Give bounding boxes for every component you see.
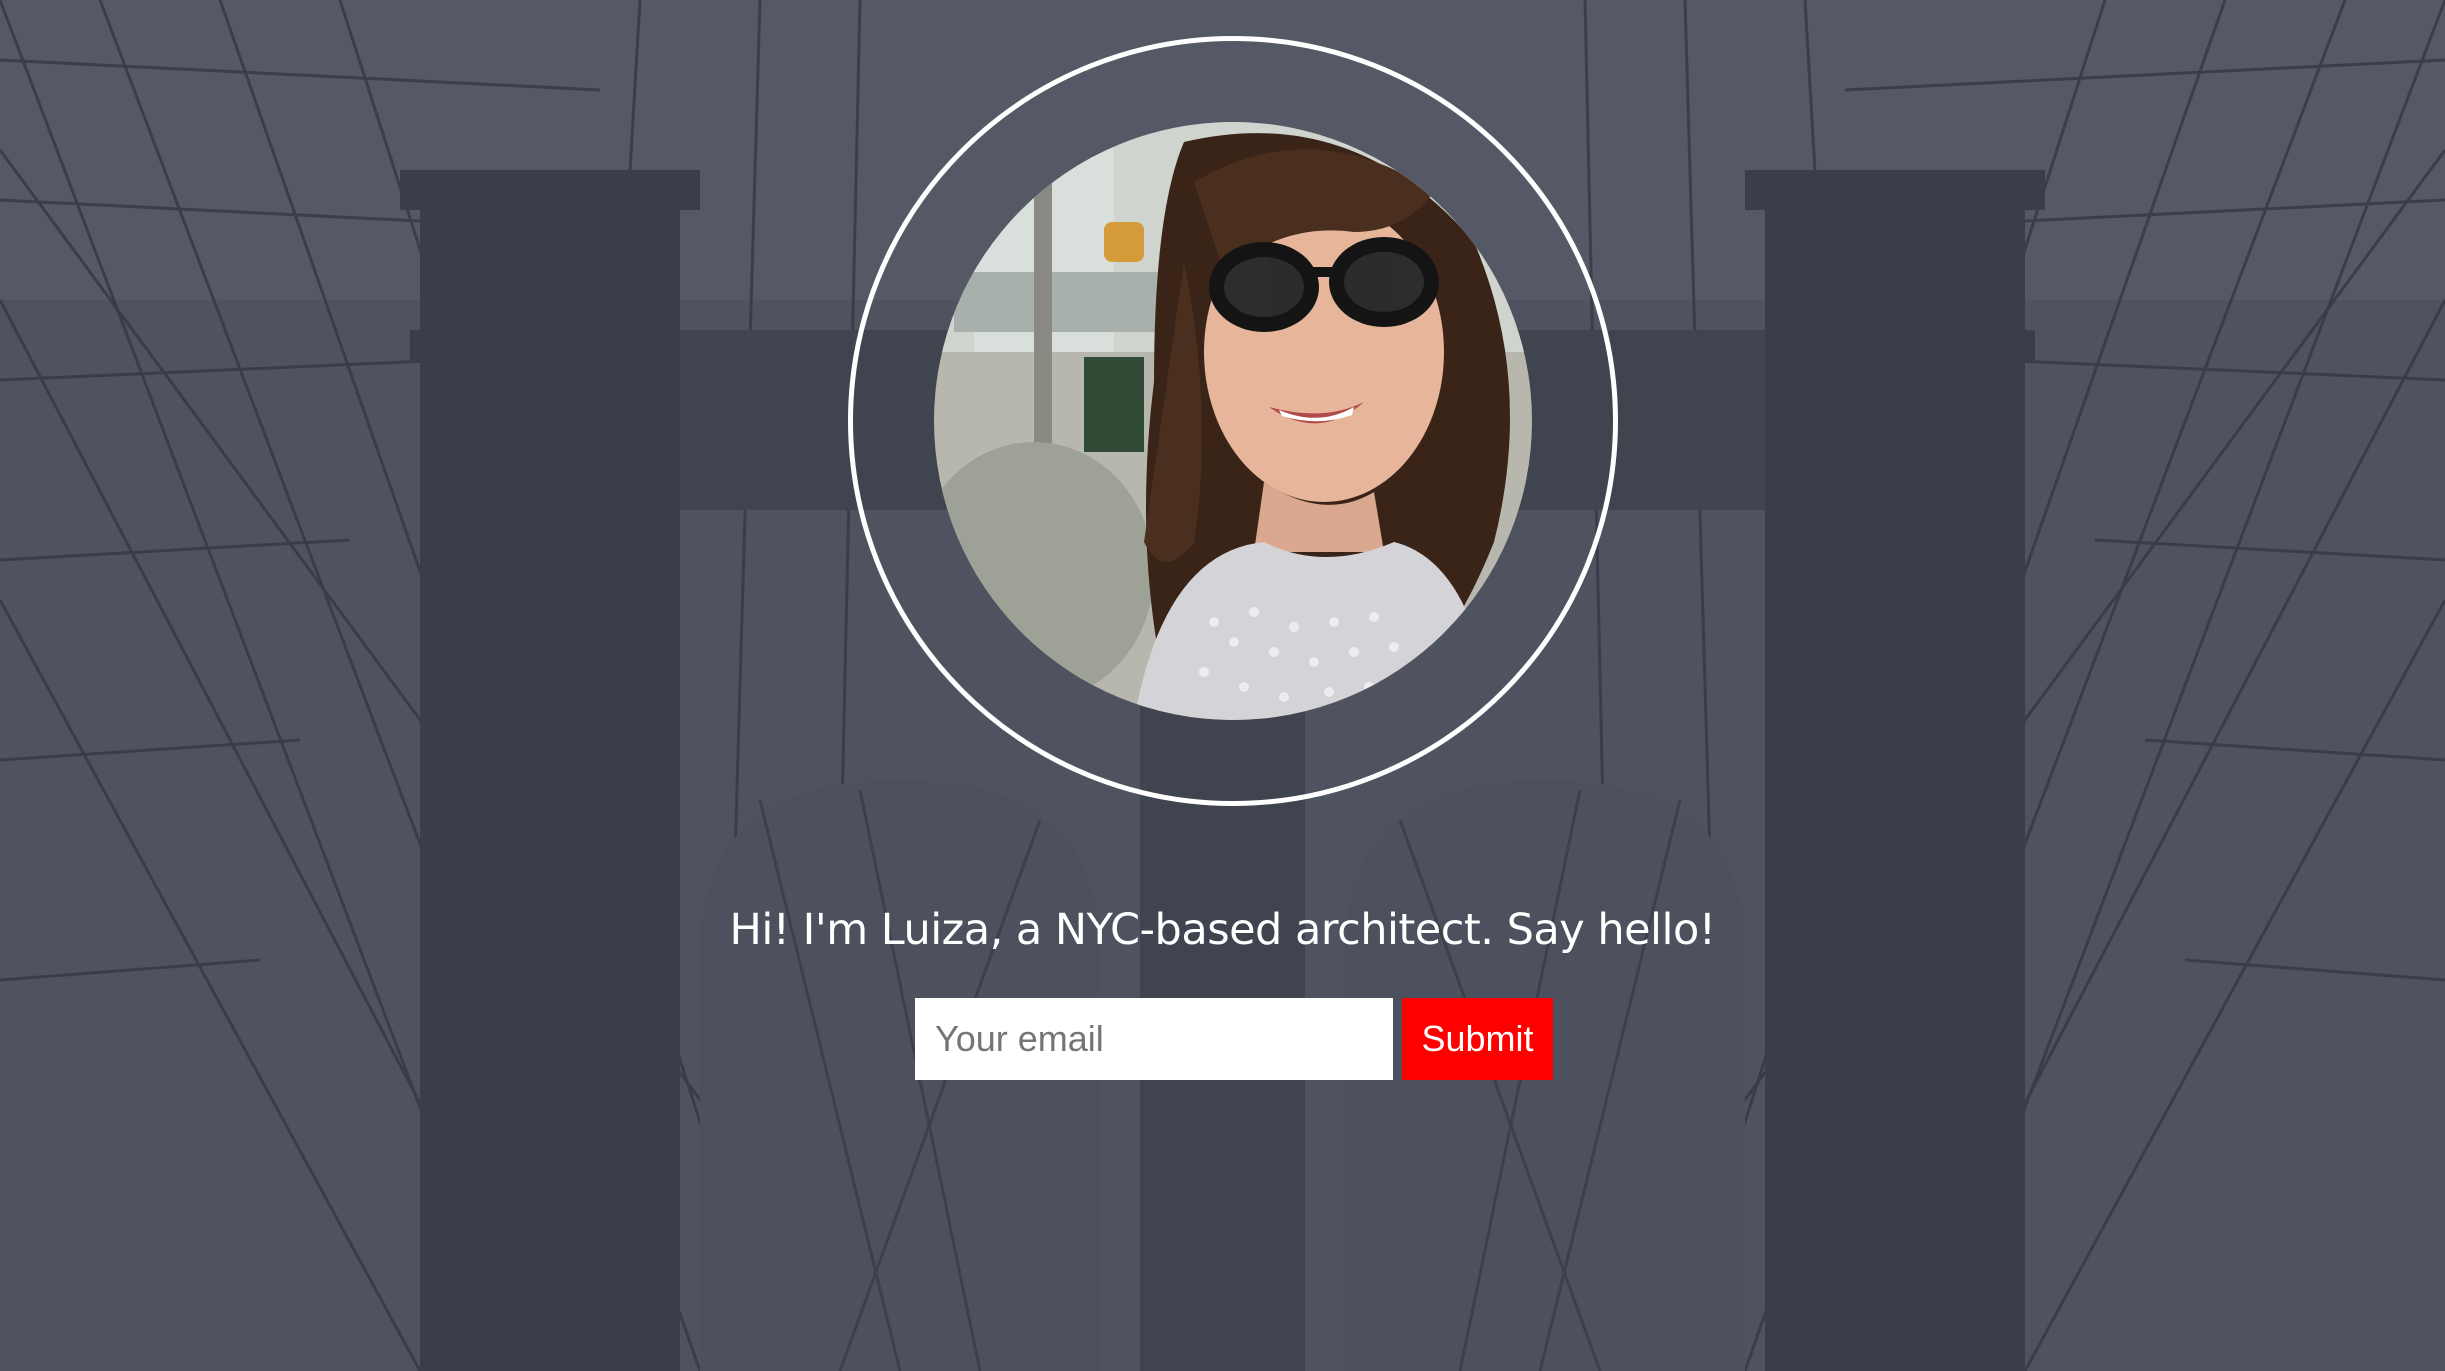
portrait-illustration: [934, 122, 1532, 720]
landing-page: Hi! I'm Luiza, a NYC-based architect. Sa…: [0, 0, 2445, 1371]
profile-photo: [934, 122, 1532, 720]
email-signup-form: Submit: [915, 998, 1553, 1080]
email-input[interactable]: [915, 998, 1393, 1080]
intro-tagline: Hi! I'm Luiza, a NYC-based architect. Sa…: [729, 905, 1717, 955]
submit-button[interactable]: Submit: [1402, 998, 1553, 1080]
